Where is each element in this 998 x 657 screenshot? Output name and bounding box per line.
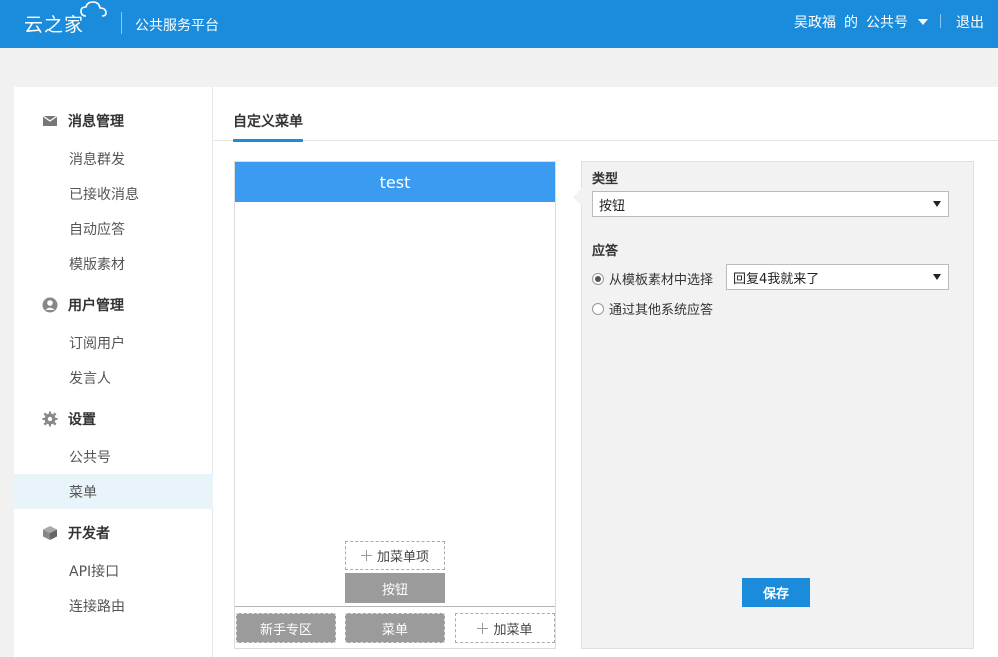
menu-item-menu[interactable]: 菜单 [345, 613, 445, 643]
dropdown-arrow-icon [933, 274, 941, 280]
type-select[interactable]: 按钮 [592, 191, 949, 217]
caret-down-icon [918, 19, 928, 25]
logout-link[interactable]: 退出 [956, 12, 984, 32]
submenu-item[interactable]: 按钮 [345, 573, 445, 603]
logo[interactable]: 云之家 [24, 10, 84, 37]
sidebar-group-settings: 设置 [14, 400, 213, 438]
sidebar-group-label: 开发者 [68, 526, 110, 542]
sidebar-item-routes[interactable]: 连接路由 [14, 588, 213, 623]
top-navbar: 云之家 公共服务平台 吴政福 的 公共号 退出 [0, 0, 998, 48]
gear-icon [42, 411, 58, 427]
add-submenu-button[interactable]: 加菜单项 [345, 541, 445, 570]
add-submenu-label: 加菜单项 [376, 550, 429, 565]
menu-settings-panel: 类型 按钮 应答 从模板素材中选择 回复4我就来了 通过其他系统应答 保存 [573, 161, 974, 649]
sidebar-group-label: 用户管理 [68, 298, 124, 314]
panel-pointer [573, 188, 582, 206]
platform-name: 公共服务平台 [135, 18, 219, 34]
menu-preview: test 加菜单项 按钮 新手专区 菜单 加菜单 [234, 161, 556, 649]
sidebar-item-broadcast[interactable]: 消息群发 [14, 141, 213, 176]
user-of: 的 [844, 15, 858, 31]
preview-title: test [235, 162, 555, 202]
header-divider [940, 14, 941, 28]
sidebar-item-subscribers[interactable]: 订阅用户 [14, 325, 213, 360]
sidebar-group-messages: 消息管理 [14, 102, 213, 140]
save-button[interactable]: 保存 [742, 578, 810, 607]
template-select-value: 回复4我就来了 [733, 271, 820, 287]
type-label: 类型 [592, 172, 619, 187]
radio-template-label: 从模板素材中选择 [609, 273, 714, 288]
main-container: 消息管理 消息群发 已接收消息 自动应答 模版素材 用户管理 订阅用户 发言人 … [14, 87, 998, 657]
sidebar-item-received[interactable]: 已接收消息 [14, 176, 213, 211]
menu-item-newbie[interactable]: 新手专区 [236, 613, 336, 643]
plus-icon [360, 550, 372, 561]
sidebar-group-label: 消息管理 [68, 114, 124, 130]
cloud-icon [80, 1, 107, 17]
sidebar: 消息管理 消息群发 已接收消息 自动应答 模版素材 用户管理 订阅用户 发言人 … [14, 87, 213, 657]
user-icon [42, 297, 58, 313]
user-name: 吴政福 [794, 15, 836, 31]
account-label: 公共号 [866, 15, 908, 31]
type-select-value: 按钮 [599, 198, 626, 214]
sidebar-item-menu[interactable]: 菜单 [14, 474, 213, 509]
radio-button-checked[interactable] [592, 272, 604, 285]
sidebar-group-developer: 开发者 [14, 514, 213, 552]
tab-custom-menu[interactable]: 自定义菜单 [233, 111, 303, 142]
sidebar-item-templates[interactable]: 模版素材 [14, 246, 213, 281]
radio-button[interactable] [592, 302, 604, 315]
radio-other-label: 通过其他系统应答 [609, 303, 714, 318]
sidebar-item-api[interactable]: API接口 [14, 553, 213, 588]
dropdown-arrow-icon [933, 201, 941, 207]
add-menu-button[interactable]: 加菜单 [455, 613, 555, 643]
header-divider [121, 12, 122, 34]
sidebar-group-label: 设置 [68, 412, 96, 428]
add-menu-label: 加菜单 [493, 622, 533, 638]
sidebar-item-auto-reply[interactable]: 自动应答 [14, 211, 213, 246]
radio-other-option[interactable]: 通过其他系统应答 [592, 299, 713, 318]
reply-label: 应答 [592, 244, 619, 259]
template-select[interactable]: 回复4我就来了 [726, 264, 949, 290]
sidebar-group-users: 用户管理 [14, 286, 213, 324]
tab-bar: 自定义菜单 [214, 87, 998, 142]
menu-divider [235, 606, 555, 607]
plus-icon [477, 622, 489, 634]
account-switcher[interactable]: 吴政福 的 公共号 [794, 12, 928, 32]
sidebar-item-speakers[interactable]: 发言人 [14, 360, 213, 395]
content-area: 自定义菜单 test 加菜单项 按钮 新手专区 菜单 加菜单 类型 按钮 应答 … [214, 87, 998, 657]
radio-template-option[interactable]: 从模板素材中选择 [592, 269, 713, 288]
cube-icon [43, 526, 57, 540]
sidebar-item-account[interactable]: 公共号 [14, 439, 213, 474]
inbox-icon [42, 115, 58, 126]
